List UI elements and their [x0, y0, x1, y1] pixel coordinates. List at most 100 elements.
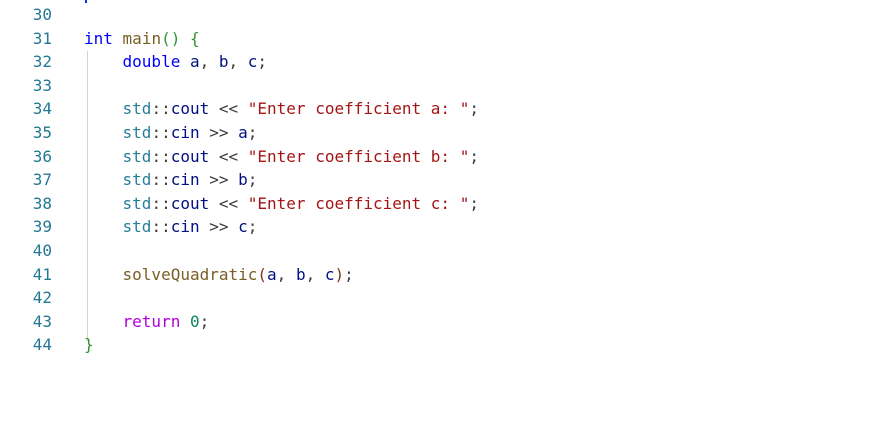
- line-number: 31: [32, 28, 52, 48]
- code-token: (: [257, 264, 268, 284]
- code-token: std: [122, 146, 152, 166]
- code-token: {: [189, 28, 200, 48]
- code-text[interactable]: return 0;: [84, 310, 210, 334]
- code-token: b: [218, 52, 229, 72]
- code-token: <<: [209, 146, 248, 166]
- code-token: ;: [469, 193, 479, 213]
- code-token: cout: [170, 146, 210, 166]
- line-number: 43: [32, 311, 52, 331]
- code-line[interactable]: 33: [0, 74, 885, 98]
- code-text[interactable]: int main() {: [84, 27, 200, 51]
- code-text[interactable]: std::cout << "Enter coefficient c: ";: [84, 192, 479, 216]
- code-token: solveQuadratic: [122, 264, 258, 284]
- code-token: ::: [151, 193, 171, 213]
- code-token: ;: [469, 99, 479, 119]
- code-token: ::: [151, 146, 171, 166]
- code-token: ::: [151, 99, 171, 119]
- code-token: ,: [305, 264, 325, 284]
- code-token: ;: [247, 217, 258, 237]
- code-text[interactable]: double a, b, c;: [84, 50, 268, 74]
- code-line[interactable]: 37 std::cin >> b;: [0, 168, 885, 192]
- code-token: >>: [199, 123, 239, 142]
- code-text[interactable]: std::cin >> c;: [84, 215, 258, 239]
- line-number: 30: [32, 5, 52, 24]
- code-token: >>: [199, 217, 239, 237]
- line-number: 34: [32, 99, 52, 119]
- code-line[interactable]: 31 int main() {: [0, 27, 885, 51]
- code-token: ::: [151, 170, 171, 190]
- line-number: 39: [32, 217, 52, 237]
- code-token: }: [84, 335, 94, 355]
- code-text[interactable]: solveQuadratic(a, b, c);: [84, 263, 354, 287]
- code-token: c: [247, 52, 258, 72]
- code-token: ;: [247, 123, 258, 142]
- code-token: ,: [199, 52, 219, 72]
- code-token: (): [161, 28, 181, 48]
- code-line[interactable]: 38 std::cout << "Enter coefficient c: ";: [0, 192, 885, 216]
- code-text[interactable]: std::cout << "Enter coefficient b: ";: [84, 145, 479, 169]
- code-token: <<: [209, 99, 248, 119]
- code-line[interactable]: 40: [0, 239, 885, 263]
- code-text[interactable]: std::cout << "Enter coefficient a: ";: [84, 97, 479, 121]
- code-line[interactable]: 34 std::cout << "Enter coefficient a: ";: [0, 97, 885, 121]
- code-token: 0: [189, 311, 200, 331]
- code-text[interactable]: }: [84, 333, 94, 357]
- code-token: b: [238, 170, 248, 190]
- line-number: 42: [32, 288, 52, 308]
- line-number: 32: [32, 52, 52, 72]
- code-token: ,: [228, 52, 248, 72]
- code-token: ;: [199, 311, 210, 331]
- code-line[interactable]: 30: [0, 3, 885, 27]
- code-token: ;: [247, 170, 258, 190]
- code-token: a: [267, 264, 277, 284]
- code-line[interactable]: 39 std::cin >> c;: [0, 215, 885, 239]
- code-line[interactable]: 36 std::cout << "Enter coefficient b: ";: [0, 145, 885, 169]
- code-line[interactable]: 42: [0, 286, 885, 310]
- code-token: cin: [170, 170, 200, 190]
- code-token: "Enter coefficient a: ": [247, 99, 470, 119]
- line-number: 35: [32, 123, 52, 142]
- code-token: ::: [151, 217, 171, 237]
- code-token: "Enter coefficient c: ": [247, 193, 470, 213]
- code-line[interactable]: 41 solveQuadratic(a, b, c);: [0, 263, 885, 287]
- code-text[interactable]: std::cin >> b;: [84, 168, 258, 192]
- code-token: int: [84, 28, 113, 48]
- code-token: cin: [170, 123, 200, 142]
- code-token: return: [122, 311, 181, 331]
- code-token: <<: [209, 193, 248, 213]
- code-token: std: [122, 123, 152, 142]
- code-editor[interactable]: 30 31 int main() {32 double a, b, c; 33 34 s…: [0, 0, 885, 428]
- line-number: 37: [32, 170, 52, 190]
- code-text[interactable]: std::cin >> a;: [84, 121, 258, 145]
- code-token: double: [122, 52, 181, 72]
- code-token: std: [122, 99, 152, 119]
- code-token: std: [122, 217, 152, 237]
- code-line[interactable]: 43 return 0;: [0, 310, 885, 334]
- code-line[interactable]: 35 std::cin >> a;: [0, 121, 885, 145]
- code-token: cout: [170, 99, 210, 119]
- code-line[interactable]: 32 double a, b, c;: [0, 50, 885, 74]
- code-token: ,: [276, 264, 296, 284]
- code-token: std: [122, 193, 152, 213]
- code-token: ::: [151, 123, 171, 142]
- code-token: main: [122, 28, 162, 48]
- code-token: c: [238, 217, 248, 237]
- line-number: 41: [32, 264, 52, 284]
- code-token: "Enter coefficient b: ": [247, 146, 470, 166]
- code-line[interactable]: 44}: [0, 333, 885, 357]
- code-token: >>: [199, 170, 239, 190]
- code-token: std: [122, 170, 152, 190]
- code-token: ): [334, 264, 345, 284]
